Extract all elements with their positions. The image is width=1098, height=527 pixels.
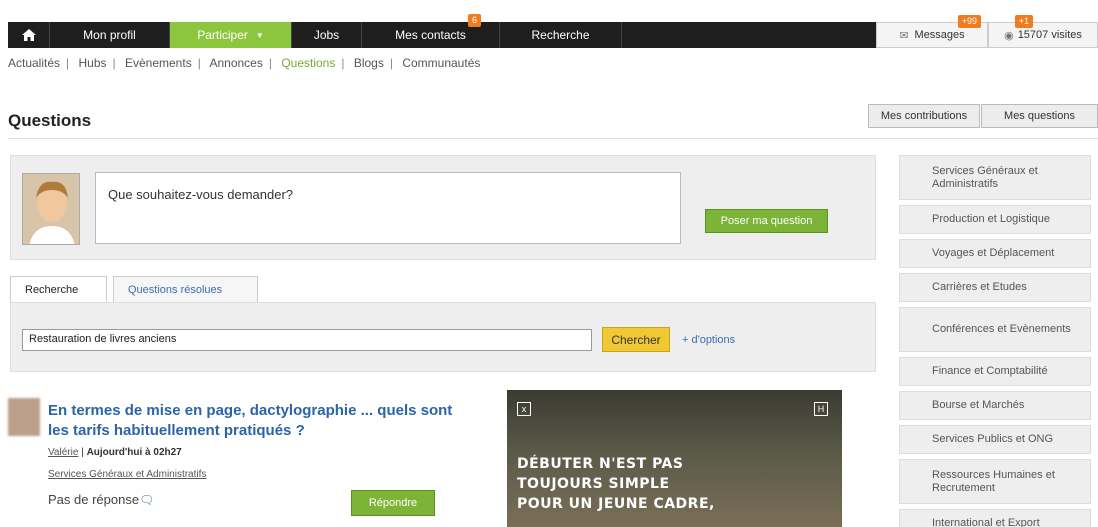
messages-count-badge: +99: [957, 15, 981, 28]
ad-brand-icon: H: [814, 402, 828, 416]
question-author-avatar: [8, 398, 40, 436]
more-options-link[interactable]: + d'options: [682, 334, 735, 346]
nav-messages[interactable]: ✉ Messages +99: [876, 15, 988, 48]
subnav-separator: |: [197, 56, 201, 70]
subnav-actualites[interactable]: Actualités: [8, 56, 60, 70]
question-date: Aujourd'hui à 02h27: [86, 447, 182, 458]
sidebar-item-finance[interactable]: Finance et Comptabilité: [899, 357, 1091, 386]
question-category-link[interactable]: Services Généraux et Administratifs: [48, 469, 206, 480]
page-title: Questions: [8, 111, 92, 130]
no-answer-label: Pas de réponse: [48, 492, 140, 507]
ad-close-icon[interactable]: x: [517, 402, 531, 416]
mes-contributions-button[interactable]: Mes contributions: [868, 104, 980, 128]
subnav-blogs[interactable]: Blogs: [354, 56, 384, 70]
top-navigation: Mon profil Participer ▼ Jobs Mes contact…: [8, 14, 1098, 48]
ad-headline-line-1: DÉBUTER N'EST PAS: [517, 456, 684, 472]
subnav-separator: |: [268, 56, 272, 70]
question-author-link[interactable]: Valérie: [48, 447, 78, 458]
subnav-separator: |: [389, 56, 393, 70]
sidebar-item-bourse[interactable]: Bourse et Marchés: [899, 391, 1091, 420]
chercher-button[interactable]: Chercher: [602, 327, 670, 352]
subnav-annonces[interactable]: Annonces: [209, 56, 262, 70]
sidebar-item-conferences[interactable]: Conférences et Evènements: [899, 307, 1091, 352]
subnav-hubs[interactable]: Hubs: [79, 56, 107, 70]
sub-navigation: Actualités | Hubs | Evènements | Annonces | …: [8, 56, 480, 70]
sidebar-item-voyages[interactable]: Voyages et Déplacement: [899, 239, 1091, 268]
tab-recherche[interactable]: Recherche: [10, 276, 107, 303]
mes-questions-button[interactable]: Mes questions: [981, 104, 1098, 128]
home-icon: [21, 29, 36, 41]
eye-icon: ◉: [1004, 29, 1014, 42]
nav-participer[interactable]: Participer ▼: [170, 22, 292, 48]
sidebar-item-services-publics[interactable]: Services Publics et ONG: [899, 425, 1091, 454]
nav-messages-label: Messages: [914, 29, 965, 41]
sidebar-item-ressources-humaines[interactable]: Ressources Humaines et Recrutement: [899, 459, 1091, 504]
nav-visites-label: 15707 visites: [1017, 29, 1082, 41]
subnav-separator: |: [341, 56, 345, 70]
nav-visites[interactable]: ◉ 15707 visites +1: [988, 15, 1098, 48]
poser-question-button[interactable]: Poser ma question: [705, 209, 828, 233]
sidebar-item-carrieres[interactable]: Carrières et Etudes: [899, 273, 1091, 302]
sidebar-item-international[interactable]: International et Export: [899, 509, 1091, 527]
nav-jobs[interactable]: Jobs: [292, 22, 362, 48]
repondre-button[interactable]: Répondre: [351, 490, 435, 516]
ad-headline-line-3: POUR UN JEUNE CADRE,: [517, 496, 715, 512]
subnav-questions[interactable]: Questions: [281, 56, 335, 70]
home-button[interactable]: [8, 22, 50, 48]
subnav-communautes[interactable]: Communautés: [402, 56, 480, 70]
nav-mes-contacts-label: Mes contacts: [395, 28, 466, 42]
no-answer-status: Pas de réponse🗨: [48, 492, 154, 507]
avatar: [22, 173, 80, 245]
question-title-link[interactable]: En termes de mise en page, dactylographi…: [48, 401, 468, 441]
visites-count-badge: +1: [1014, 15, 1033, 28]
nav-participer-label: Participer: [197, 28, 248, 42]
nav-recherche[interactable]: Recherche: [500, 22, 622, 48]
envelope-icon: ✉: [899, 29, 909, 42]
tab-questions-resolues[interactable]: Questions résolues: [113, 276, 258, 303]
sidebar-item-production-logistique[interactable]: Production et Logistique: [899, 205, 1091, 234]
nav-mes-contacts[interactable]: Mes contacts 6: [362, 14, 500, 48]
sidebar-item-services-generaux[interactable]: Services Généraux et Administratifs: [899, 155, 1091, 200]
search-input[interactable]: Restauration de livres anciens: [22, 329, 592, 351]
category-sidebar: Services Généraux et Administratifs Prod…: [899, 155, 1098, 527]
chevron-down-icon: ▼: [255, 30, 264, 40]
contacts-count-badge: 6: [467, 14, 481, 27]
subnav-separator: |: [112, 56, 116, 70]
ad-headline-line-2: TOUJOURS SIMPLE: [517, 476, 670, 492]
nav-mon-profil[interactable]: Mon profil: [50, 22, 170, 48]
speech-bubble-icon: 🗨: [139, 493, 155, 507]
title-divider: [8, 138, 1098, 139]
search-tabs: Recherche Questions résolues: [10, 276, 258, 303]
question-meta: Valérie | Aujourd'hui à 02h27: [48, 447, 182, 458]
subnav-separator: |: [66, 56, 70, 70]
ask-question-input[interactable]: Que souhaitez-vous demander?: [95, 172, 681, 244]
subnav-evenements[interactable]: Evènements: [125, 56, 192, 70]
advertisement-banner[interactable]: x H DÉBUTER N'EST PAS TOUJOURS SIMPLE PO…: [507, 390, 842, 527]
